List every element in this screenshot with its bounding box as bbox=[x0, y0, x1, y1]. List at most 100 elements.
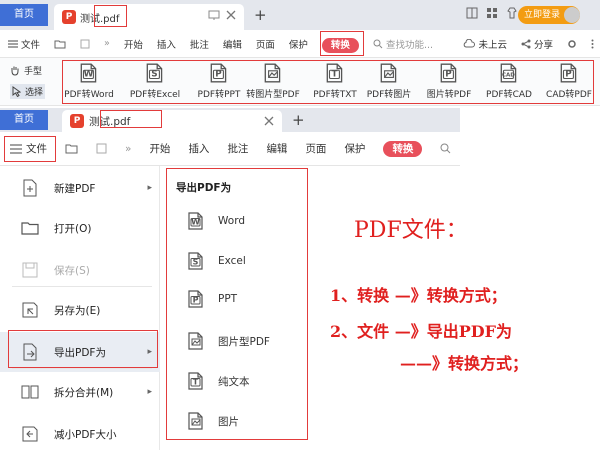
pdf-to-txt-icon: T bbox=[324, 62, 346, 84]
search-box[interactable]: 查找功能... bbox=[366, 37, 440, 51]
split-merge-icon bbox=[20, 382, 40, 402]
tab-convert[interactable]: 转换 bbox=[321, 37, 359, 53]
save-as-icon bbox=[20, 300, 40, 320]
more-button-2[interactable]: » bbox=[116, 143, 140, 155]
export-item-label: 纯文本 bbox=[218, 375, 250, 388]
ribbon-button-pdf-to-cad[interactable]: CAD PDF转CAD bbox=[478, 62, 540, 100]
file-menu-item-split-merge[interactable]: 拆分合并(M) ▸ bbox=[0, 372, 160, 412]
hand-tool-label: 手型 bbox=[24, 67, 43, 77]
new-tab-button[interactable]: + bbox=[254, 6, 267, 24]
top-tab-bar: 首页 P 测试.pdf + 立即登录 bbox=[0, 0, 600, 30]
folder-icon-2[interactable] bbox=[56, 143, 87, 154]
tab-edit-2[interactable]: 编辑 bbox=[257, 141, 296, 156]
file-menu: 新建PDF ▸ 打开(O) 保存(S) 另存为(E) 导出PDF为 ▸ 拆分合并(M) ▸ 减小P… bbox=[0, 166, 160, 450]
new-tab-button-2[interactable]: + bbox=[292, 111, 305, 129]
grid-icon[interactable] bbox=[486, 7, 498, 19]
file-menu-button[interactable]: 文件 bbox=[0, 37, 47, 51]
pdf-file-icon: P bbox=[62, 10, 76, 24]
kebab-icon[interactable] bbox=[584, 39, 600, 49]
export-item-word[interactable]: W Word bbox=[164, 204, 308, 238]
hand-icon bbox=[11, 66, 19, 76]
export-item-picture[interactable]: 图片 bbox=[164, 404, 308, 438]
select-tool[interactable]: 选择 bbox=[10, 84, 46, 99]
tab-insert[interactable]: 插入 bbox=[150, 37, 183, 51]
ribbon-button-label: 图片转PDF bbox=[426, 90, 472, 100]
file-menu-item-open-folder[interactable]: 打开(O) bbox=[0, 208, 160, 248]
tab-edit[interactable]: 编辑 bbox=[216, 37, 249, 51]
file-menu-item-export-pdf[interactable]: 导出PDF为 ▸ bbox=[0, 332, 160, 372]
document-tab-2[interactable]: P 测试.pdf bbox=[62, 110, 282, 132]
ribbon-button-label: PDF转CAD bbox=[486, 90, 532, 100]
home-tab-2[interactable]: 首页 bbox=[0, 110, 48, 130]
export-item-excel[interactable]: S Excel bbox=[164, 244, 308, 278]
tab-annotate[interactable]: 批注 bbox=[183, 37, 216, 51]
tab-convert-2[interactable]: 转换 bbox=[383, 141, 423, 157]
svg-text:P: P bbox=[445, 70, 452, 80]
share-icon bbox=[521, 39, 531, 48]
save-icon-2[interactable] bbox=[87, 143, 116, 154]
file-menu-button-2[interactable]: 文件 bbox=[0, 141, 56, 156]
file-menu-item-new-pdf[interactable]: 新建PDF ▸ bbox=[0, 168, 160, 208]
ribbon-button-pdf-to-excel[interactable]: S PDF转Excel bbox=[124, 62, 186, 100]
annotation-line-1: 1、转换 —》转换方式； bbox=[330, 286, 507, 305]
excel-icon: S bbox=[186, 251, 206, 271]
close-tab-icon-2[interactable] bbox=[264, 116, 274, 126]
ribbon-button-pdf-to-word[interactable]: W PDF转Word bbox=[58, 62, 120, 100]
export-item-ppt[interactable]: P PPT bbox=[164, 282, 308, 316]
export-item-plain-text[interactable]: T 纯文本 bbox=[164, 364, 308, 398]
hand-tool[interactable]: 手型 bbox=[10, 64, 42, 77]
ribbon-button-pdf-to-txt[interactable]: T PDF转TXT bbox=[304, 62, 366, 100]
image-pdf-icon bbox=[186, 331, 206, 351]
ribbon-button-label: PDF转Word bbox=[64, 90, 114, 100]
annotation-heading: PDF文件： bbox=[354, 218, 468, 243]
ribbon-button-pdf-to-image[interactable]: PDF转图片 bbox=[358, 62, 420, 100]
document-tab[interactable]: P 测试.pdf bbox=[54, 4, 244, 30]
ribbon-button-label: 转图片型PDF bbox=[246, 90, 300, 100]
pdf-to-image-icon bbox=[378, 62, 400, 84]
pdf-to-cad-icon: CAD bbox=[498, 62, 520, 84]
tab-start-2[interactable]: 开始 bbox=[140, 141, 179, 156]
ribbon-button-label: PDF转TXT bbox=[313, 90, 357, 100]
annotation-line-3: ——》转换方式； bbox=[400, 354, 529, 373]
annotation-notes: PDF文件： 1、转换 —》转换方式； 2、文件 —》导出PDF为 ——》转换方… bbox=[320, 200, 600, 390]
tab-protect-2[interactable]: 保护 bbox=[335, 141, 374, 156]
ribbon-button-pdf-to-ppt[interactable]: P PDF转PPT bbox=[188, 62, 250, 100]
home-tab[interactable]: 首页 bbox=[0, 4, 48, 26]
folder-icon[interactable] bbox=[47, 39, 73, 49]
ribbon-button-label: CAD转PDF bbox=[546, 90, 592, 100]
settings-icon[interactable] bbox=[560, 39, 584, 49]
hamburger-icon bbox=[8, 40, 18, 47]
avatar[interactable] bbox=[564, 7, 580, 23]
svg-text:W: W bbox=[191, 217, 200, 226]
search-icon-2[interactable] bbox=[431, 143, 460, 154]
monitor-icon[interactable] bbox=[208, 10, 220, 21]
cloud-status[interactable]: 未上云 bbox=[456, 37, 514, 51]
layout-icon[interactable] bbox=[466, 7, 478, 19]
tab-page-2[interactable]: 页面 bbox=[296, 141, 335, 156]
file-menu-item-label: 另存为(E) bbox=[54, 304, 101, 317]
cursor-icon bbox=[12, 86, 21, 97]
close-tab-icon[interactable] bbox=[226, 10, 236, 20]
document-tab-title-2: 测试.pdf bbox=[89, 115, 131, 128]
tab-protect[interactable]: 保护 bbox=[282, 37, 315, 51]
pdf-file-icon-2: P bbox=[70, 114, 84, 128]
annotation-line-2: 2、文件 —》导出PDF为 bbox=[330, 322, 512, 341]
skin-icon[interactable] bbox=[506, 7, 518, 19]
tab-page[interactable]: 页面 bbox=[249, 37, 282, 51]
export-item-image-pdf[interactable]: 图片型PDF bbox=[164, 324, 308, 358]
more-button[interactable]: » bbox=[97, 38, 117, 49]
save-icon[interactable] bbox=[73, 39, 97, 49]
tab-annotate-2[interactable]: 批注 bbox=[218, 141, 257, 156]
share-button[interactable]: 分享 bbox=[514, 37, 560, 51]
tab-insert-2[interactable]: 插入 bbox=[179, 141, 218, 156]
cloud-label: 未上云 bbox=[478, 39, 507, 51]
compress-pdf-icon bbox=[20, 424, 40, 444]
file-menu-item-compress-pdf[interactable]: 减小PDF大小 bbox=[0, 414, 160, 454]
ribbon-button-to-image-pdf[interactable]: 转图片型PDF bbox=[242, 62, 304, 100]
ribbon-button-image-to-pdf[interactable]: P 图片转PDF bbox=[418, 62, 480, 100]
ribbon-button-cad-to-pdf[interactable]: P CAD转PDF bbox=[538, 62, 600, 100]
export-submenu: 导出PDF为 W Word S Excel P PPT 图片型PDF T 纯文本 图片 bbox=[164, 166, 308, 440]
file-menu-item-save-as[interactable]: 另存为(E) bbox=[0, 290, 160, 330]
tab-start[interactable]: 开始 bbox=[117, 37, 150, 51]
svg-text:T: T bbox=[331, 70, 337, 80]
